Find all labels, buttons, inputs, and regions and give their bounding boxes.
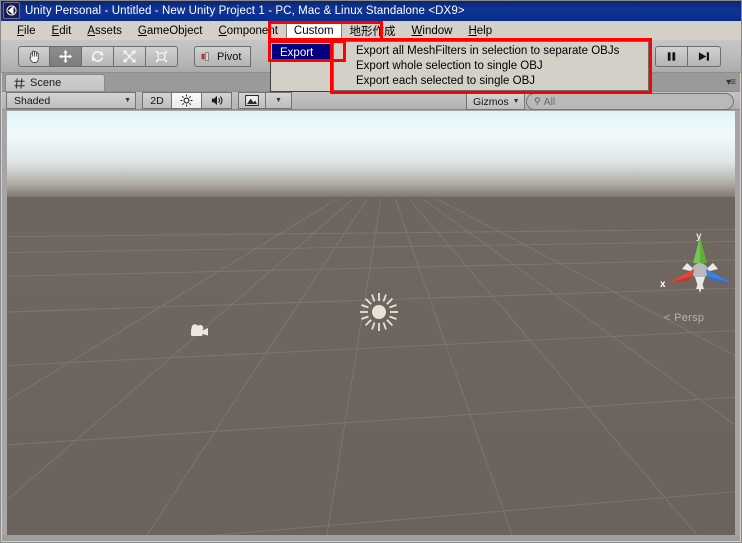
toggle-2d-button[interactable]: 2D	[142, 92, 172, 109]
toggle-2d-label: 2D	[150, 94, 164, 107]
menu-file-label: ile	[24, 24, 36, 37]
main-camera-gizmo[interactable]	[190, 323, 212, 344]
scene-view-panel: Scene ▾≡ Shaded ▼ 2D ▼ Gizmos ▼ ⚲ All x …	[2, 73, 740, 541]
menu-help-label: elp	[476, 24, 493, 37]
menu-file[interactable]: File	[9, 21, 44, 40]
speaker-icon	[211, 95, 222, 106]
chevron-down-icon: ▼	[124, 97, 131, 104]
menu-item-export-each-selected[interactable]: Export each selected to single OBJ	[334, 74, 648, 89]
persp-text: Persp	[674, 312, 705, 324]
menu-component-label: omponent	[226, 24, 278, 37]
menu-custom[interactable]: Custom	[285, 21, 342, 40]
persp-arrow-icon: <	[664, 312, 671, 324]
unity-logo-icon	[3, 2, 20, 19]
rect-icon	[155, 50, 168, 63]
menu-bar: File Edit Assets GameObject Component Cu…	[0, 21, 742, 40]
step-icon	[698, 52, 710, 61]
search-icon: ⚲	[534, 96, 541, 106]
menu-window[interactable]: Window	[404, 21, 461, 40]
menu-assets[interactable]: Assets	[79, 21, 130, 40]
menu-edit[interactable]: Edit	[44, 21, 80, 40]
scene-grid-icon	[14, 77, 25, 89]
menu-edit-label: dit	[59, 24, 72, 37]
menu-window-label: indow	[422, 24, 453, 37]
scene-viewport[interactable]: x z y < Persp	[7, 111, 735, 535]
shading-mode-label: Shaded	[14, 94, 51, 107]
pause-icon	[667, 52, 676, 61]
hand-icon	[28, 50, 39, 63]
scene-effects-dropdown[interactable]: ▼	[266, 92, 292, 109]
scene-search-input[interactable]: ⚲ All	[526, 93, 734, 110]
scene-panel-bottom-edge	[2, 535, 740, 541]
scene-effects-button[interactable]	[238, 92, 266, 109]
window-title: Unity Personal - Untitled - New Unity Pr…	[25, 4, 465, 17]
playback-controls	[655, 46, 721, 67]
chevron-down-icon: ▼	[512, 98, 520, 105]
menu-help[interactable]: Help	[460, 21, 500, 40]
camera-icon	[191, 324, 208, 336]
menu-gameobject[interactable]: GameObject	[130, 21, 211, 40]
menu-component[interactable]: Component	[210, 21, 285, 40]
scene-orientation-gizmo[interactable]: x z y	[657, 229, 735, 309]
window-titlebar: Unity Personal - Untitled - New Unity Pr…	[0, 0, 742, 21]
tab-scene[interactable]: Scene	[5, 74, 105, 91]
menu-item-export-all-meshfilters[interactable]: Export all MeshFilters in selection to s…	[334, 44, 648, 59]
pivot-icon	[201, 52, 209, 61]
scene-lighting-button[interactable]	[172, 92, 202, 109]
scene-audio-button[interactable]	[202, 92, 232, 109]
hand-tool-button[interactable]	[18, 46, 50, 67]
rotate-icon	[91, 50, 104, 62]
pause-button[interactable]	[655, 46, 688, 67]
rect-tool-button[interactable]	[146, 46, 178, 67]
scale-tool-button[interactable]	[114, 46, 146, 67]
pivot-button[interactable]: Pivot	[194, 46, 252, 67]
axis-z-cone	[706, 269, 732, 283]
axis-y-label: y	[696, 231, 702, 242]
scene-view-toolbar: Shaded ▼ 2D ▼ Gizmos ▼ ⚲ All	[2, 91, 740, 110]
perspective-mode-label[interactable]: < Persp	[664, 312, 704, 324]
export-submenu-popup: Export all MeshFilters in selection to s…	[333, 41, 649, 91]
gizmos-label: Gizmos	[473, 95, 509, 108]
tab-scene-label: Scene	[30, 77, 62, 89]
menu-item-export-label: Export	[280, 46, 314, 59]
step-button[interactable]	[688, 46, 721, 67]
menu-assets-label: ssets	[95, 24, 122, 37]
sun-icon	[180, 94, 193, 107]
move-icon	[58, 49, 73, 64]
sun-icon	[360, 293, 398, 331]
unity-editor-window: Unity Personal - Untitled - New Unity Pr…	[0, 0, 742, 543]
scene-search-placeholder: All	[543, 95, 556, 108]
chevron-down-icon: ▼	[275, 97, 282, 104]
pivot-group: Pivot	[194, 46, 252, 67]
menu-item-export-whole-selection[interactable]: Export whole selection to single OBJ	[334, 59, 648, 74]
shading-mode-dropdown[interactable]: Shaded ▼	[6, 92, 136, 109]
gizmos-dropdown[interactable]: Gizmos ▼	[466, 93, 525, 110]
rotate-tool-button[interactable]	[82, 46, 114, 67]
directional-light-gizmo[interactable]	[359, 292, 399, 337]
pivot-label: Pivot	[217, 50, 242, 63]
axis-x-label: x	[660, 279, 666, 290]
panel-options-icon[interactable]: ▾≡	[726, 77, 736, 88]
menu-terrain-creation[interactable]: 地形作成	[342, 21, 404, 40]
menu-gameobject-label: ameObject	[146, 24, 203, 37]
axis-x-cone	[668, 269, 694, 283]
transform-tool-group	[18, 46, 178, 67]
image-icon	[245, 95, 259, 106]
move-tool-button[interactable]	[50, 46, 82, 67]
scale-icon	[123, 50, 136, 63]
